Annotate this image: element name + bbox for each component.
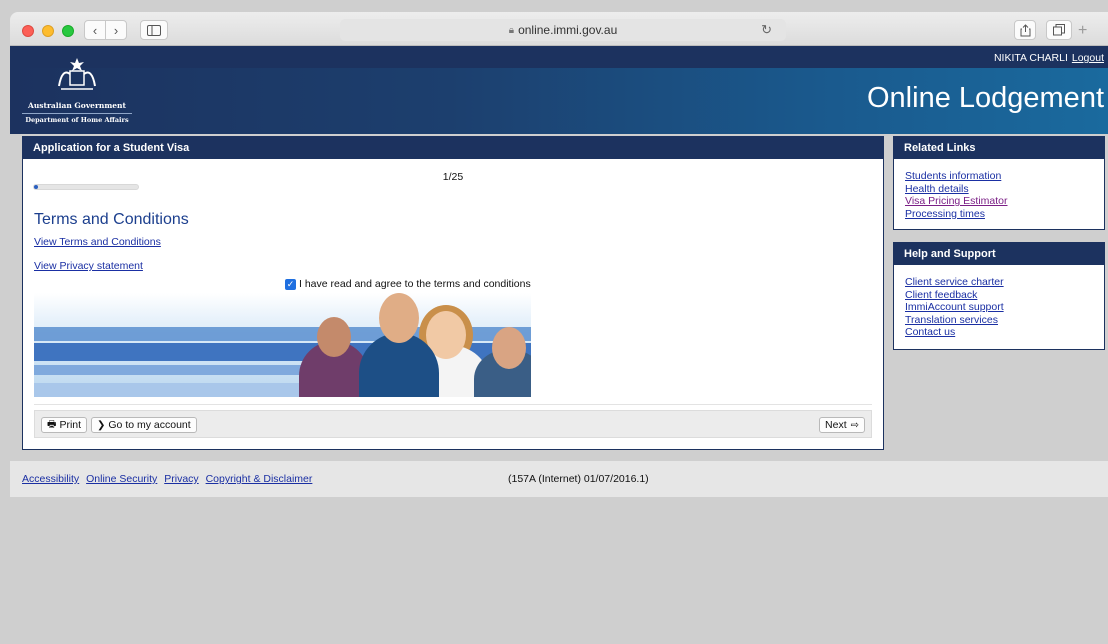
- logo-line-department: Department of Home Affairs: [22, 113, 132, 124]
- related-link-students-information[interactable]: Students information: [905, 170, 1001, 182]
- footer-link-accessibility[interactable]: Accessibility: [22, 473, 79, 485]
- panel-title: Application for a Student Visa: [23, 137, 883, 159]
- printer-icon: 🖶: [47, 418, 57, 430]
- zoom-window-button[interactable]: [62, 25, 74, 37]
- page-footer: Accessibility Online Security Privacy Co…: [10, 461, 1108, 497]
- arrow-right-icon: ⇨: [850, 419, 859, 431]
- help-link-client-service-charter[interactable]: Client service charter: [905, 276, 1004, 288]
- site-title: Online Lodgement: [867, 82, 1104, 114]
- go-to-account-button[interactable]: ❯ Go to my account: [91, 417, 197, 433]
- step-counter: 1/25: [442, 171, 464, 183]
- person-head: [492, 327, 526, 369]
- help-support-list: Client service charter Client feedback I…: [894, 265, 1104, 339]
- help-link-translation-services[interactable]: Translation services: [905, 314, 998, 326]
- chevron-left-icon: ‹: [92, 22, 98, 38]
- footer-link-online-security[interactable]: Online Security: [86, 473, 157, 485]
- print-button[interactable]: 🖶 Print: [41, 417, 88, 433]
- section-title: Terms and Conditions: [34, 211, 189, 228]
- person-head: [317, 317, 351, 357]
- tab-overview-button[interactable]: [1046, 20, 1072, 40]
- reload-icon[interactable]: ↻: [761, 22, 772, 38]
- help-support-box: Help and Support Client service charter …: [893, 242, 1105, 350]
- agree-checkbox[interactable]: ✓: [285, 278, 296, 290]
- related-link-visa-pricing-estimator[interactable]: Visa Pricing Estimator: [905, 195, 1008, 207]
- view-privacy-link[interactable]: View Privacy statement: [34, 260, 143, 272]
- chevron-right-icon: ›: [113, 22, 119, 38]
- footer-link-privacy[interactable]: Privacy: [164, 473, 198, 485]
- next-button[interactable]: Next ⇨: [819, 417, 865, 433]
- logo-line-government: Australian Government: [28, 101, 126, 110]
- chevron-right-icon: ❯: [97, 419, 106, 431]
- agree-row[interactable]: ✓ I have read and agree to the terms and…: [285, 278, 531, 290]
- close-window-button[interactable]: [22, 25, 34, 37]
- progress-bar: [33, 184, 139, 190]
- next-label: Next: [825, 419, 847, 431]
- agree-label: I have read and agree to the terms and c…: [299, 278, 531, 290]
- logout-link[interactable]: Logout: [1072, 52, 1104, 64]
- minimize-window-button[interactable]: [42, 25, 54, 37]
- help-link-immiaccount-support[interactable]: ImmiAccount support: [905, 301, 1004, 313]
- address-bar[interactable]: 🔒︎ online.immi.gov.au ↻: [340, 19, 786, 41]
- print-label: Print: [59, 419, 82, 431]
- divider: [34, 404, 872, 405]
- related-links-list: Students information Health details Visa…: [894, 159, 1104, 220]
- forward-button[interactable]: ›: [105, 20, 127, 40]
- go-account-label: Go to my account: [108, 419, 191, 431]
- user-name: NIKITA CHARLI: [993, 52, 1068, 64]
- related-links-box: Related Links Students information Healt…: [893, 136, 1105, 230]
- tabs-icon: [1053, 24, 1065, 36]
- lock-icon: 🔒︎: [508, 24, 515, 36]
- help-link-client-feedback[interactable]: Client feedback: [905, 289, 977, 301]
- button-bar: 🖶 Print ❯ Go to my account Next ⇨: [34, 410, 872, 438]
- banner-image: [34, 293, 531, 397]
- back-button[interactable]: ‹: [84, 20, 106, 40]
- view-terms-link[interactable]: View Terms and Conditions: [34, 236, 161, 248]
- government-logo: Australian Government Department of Home…: [22, 56, 132, 124]
- address-url: online.immi.gov.au: [518, 23, 618, 37]
- browser-toolbar: ‹ › 🔒︎ online.immi.gov.au ↻ +: [10, 12, 1108, 46]
- progress-fill: [34, 185, 39, 189]
- site-header: Australian Government Department of Home…: [10, 46, 1108, 134]
- related-link-health-details[interactable]: Health details: [905, 183, 969, 195]
- user-bar: NIKITA CHARLI Logout: [994, 52, 1104, 64]
- share-icon: [1020, 23, 1030, 36]
- new-tab-button[interactable]: +: [1078, 22, 1087, 40]
- share-button[interactable]: [1014, 20, 1036, 40]
- related-link-processing-times[interactable]: Processing times: [905, 208, 985, 220]
- sidebar-icon: [147, 24, 161, 36]
- help-support-title: Help and Support: [894, 243, 1104, 265]
- footer-link-copyright-disclaimer[interactable]: Copyright & Disclaimer: [206, 473, 313, 485]
- help-link-contact-us[interactable]: Contact us: [905, 326, 955, 338]
- footer-links: Accessibility Online Security Privacy Co…: [22, 473, 316, 485]
- person-head: [379, 293, 419, 343]
- application-panel: Application for a Student Visa 1/25 Term…: [22, 136, 884, 450]
- sidebar-toggle-button[interactable]: [140, 20, 168, 40]
- related-links-title: Related Links: [894, 137, 1104, 159]
- version-text: (157A (Internet) 01/07/2016.1): [508, 473, 649, 485]
- coat-of-arms-icon: [58, 58, 96, 90]
